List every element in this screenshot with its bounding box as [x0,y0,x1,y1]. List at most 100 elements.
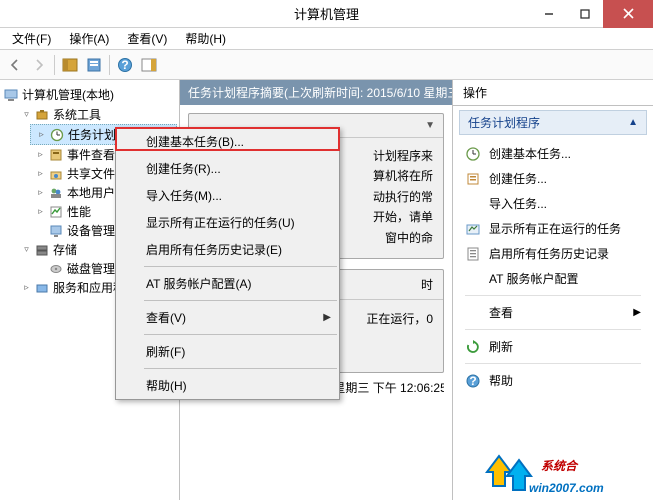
tools-icon [35,108,49,122]
titlebar: 计算机管理 [0,0,653,28]
menubar: 文件(F) 操作(A) 查看(V) 帮助(H) [0,28,653,50]
actions-pane-title: 操作 [453,80,653,106]
window-buttons [531,0,653,28]
ctx-label: 创建基本任务(B)... [146,133,244,150]
action-help[interactable]: ? 帮助 [457,368,649,393]
actions-group-header[interactable]: 任务计划程序 ▲ [459,110,647,135]
menu-view[interactable]: 查看(V) [119,28,175,49]
action-view[interactable]: 查看 ▶ [457,300,649,325]
toolbar-properties-button[interactable] [83,54,105,76]
event-icon [49,148,63,162]
action-label: 创建任务... [489,170,547,187]
services-icon [35,281,49,295]
toolbar: ? [0,50,653,80]
action-at-service[interactable]: AT 服务帐户配置 [457,266,649,291]
help-icon: ? [465,373,481,389]
ctx-create-basic-task[interactable]: 创建基本任务(B)... [116,128,339,155]
action-create-basic-task[interactable]: 创建基本任务... [457,141,649,166]
action-label: AT 服务帐户配置 [489,270,579,287]
performance-icon [49,205,63,219]
toolbar-forward-button[interactable] [28,54,50,76]
blank-icon [465,196,481,212]
ctx-label: 创建任务(R)... [146,160,221,177]
expand-icon[interactable]: ▹ [22,283,31,292]
ctx-label: 查看(V) [146,309,186,326]
ctx-separator [144,368,337,369]
expand-icon[interactable]: ▹ [36,207,45,216]
ctx-at-service[interactable]: AT 服务帐户配置(A) [116,270,339,297]
tree-system-tools[interactable]: ▿ 系统工具 [16,105,177,124]
toolbar-back-button[interactable] [4,54,26,76]
expand-icon[interactable]: ▹ [36,150,45,159]
menu-help[interactable]: 帮助(H) [177,28,234,49]
ctx-enable-history[interactable]: 启用所有任务历史记录(E) [116,236,339,263]
minimize-button[interactable] [531,0,567,28]
forward-icon [32,58,46,72]
action-separator [465,363,641,364]
device-icon [49,224,63,238]
expand-icon[interactable]: ▹ [36,169,45,178]
minimize-icon [544,9,554,19]
back-icon [8,58,22,72]
ctx-label: 刷新(F) [146,343,185,360]
ctx-label: 导入任务(M)... [146,187,222,204]
actions-list: 创建基本任务... 创建任务... 导入任务... 显示所有正在运行的任务 启用… [453,139,653,395]
action-enable-history[interactable]: 启用所有任务历史记录 [457,241,649,266]
chevron-down-icon[interactable]: ▼ [425,120,435,131]
maximize-button[interactable] [567,0,603,28]
toolbar-show-hide-tree-button[interactable] [59,54,81,76]
tree-label: 系统工具 [53,106,101,123]
action-label: 显示所有正在运行的任务 [489,220,621,237]
toolbar-separator [109,55,110,75]
ctx-create-task[interactable]: 创建任务(R)... [116,155,339,182]
storage-icon [35,243,49,257]
shared-icon [49,167,63,181]
ctx-label: 帮助(H) [146,377,187,394]
task-icon [465,171,481,187]
toolbar-help-button[interactable]: ? [114,54,136,76]
submenu-arrow-icon: ▶ [323,312,331,323]
tree-label: 磁盘管理 [67,260,115,277]
action-separator [465,329,641,330]
action-show-running[interactable]: 显示所有正在运行的任务 [457,216,649,241]
action-label: 查看 [489,304,513,321]
action-refresh[interactable]: 刷新 [457,334,649,359]
toolbar-action-pane-button[interactable] [138,54,160,76]
tree-root[interactable]: 计算机管理(本地) [2,84,177,105]
expand-icon[interactable]: ▹ [36,188,45,197]
watermark-url: win2007.com [529,481,604,495]
blank-icon [465,271,481,287]
ctx-view[interactable]: 查看(V) ▶ [116,304,339,331]
expand-icon[interactable]: ▹ [37,130,46,139]
action-label: 启用所有任务历史记录 [489,245,609,262]
blank-icon [465,305,481,321]
submenu-arrow-icon: ▶ [633,307,641,318]
close-button[interactable] [603,0,653,28]
ctx-import-task[interactable]: 导入任务(M)... [116,182,339,209]
tree-label: 存储 [53,241,77,258]
action-label: 刷新 [489,338,513,355]
properties-icon [86,57,102,73]
ctx-help[interactable]: 帮助(H) [116,372,339,399]
action-create-task[interactable]: 创建任务... [457,166,649,191]
tree-root-label: 计算机管理(本地) [22,86,114,103]
ctx-show-running[interactable]: 显示所有正在运行的任务(U) [116,209,339,236]
menu-action[interactable]: 操作(A) [61,28,117,49]
expand-icon[interactable]: ▿ [22,110,31,119]
ctx-separator [144,334,337,335]
spacer [36,264,45,273]
computer-icon [4,88,18,102]
ctx-refresh[interactable]: 刷新(F) [116,338,339,365]
ctx-label: 显示所有正在运行的任务(U) [146,214,295,231]
action-label: 帮助 [489,372,513,389]
action-import-task[interactable]: 导入任务... [457,191,649,216]
help-icon: ? [117,57,133,73]
actions-group-title: 任务计划程序 [468,114,540,131]
expand-icon[interactable]: ▿ [22,245,31,254]
details-header: 任务计划程序摘要(上次刷新时间: 2015/6/10 星期三 [180,80,452,105]
close-icon [623,8,634,19]
spacer [36,226,45,235]
menu-file[interactable]: 文件(F) [4,28,59,49]
history-icon [465,246,481,262]
action-label: 导入任务... [489,195,547,212]
